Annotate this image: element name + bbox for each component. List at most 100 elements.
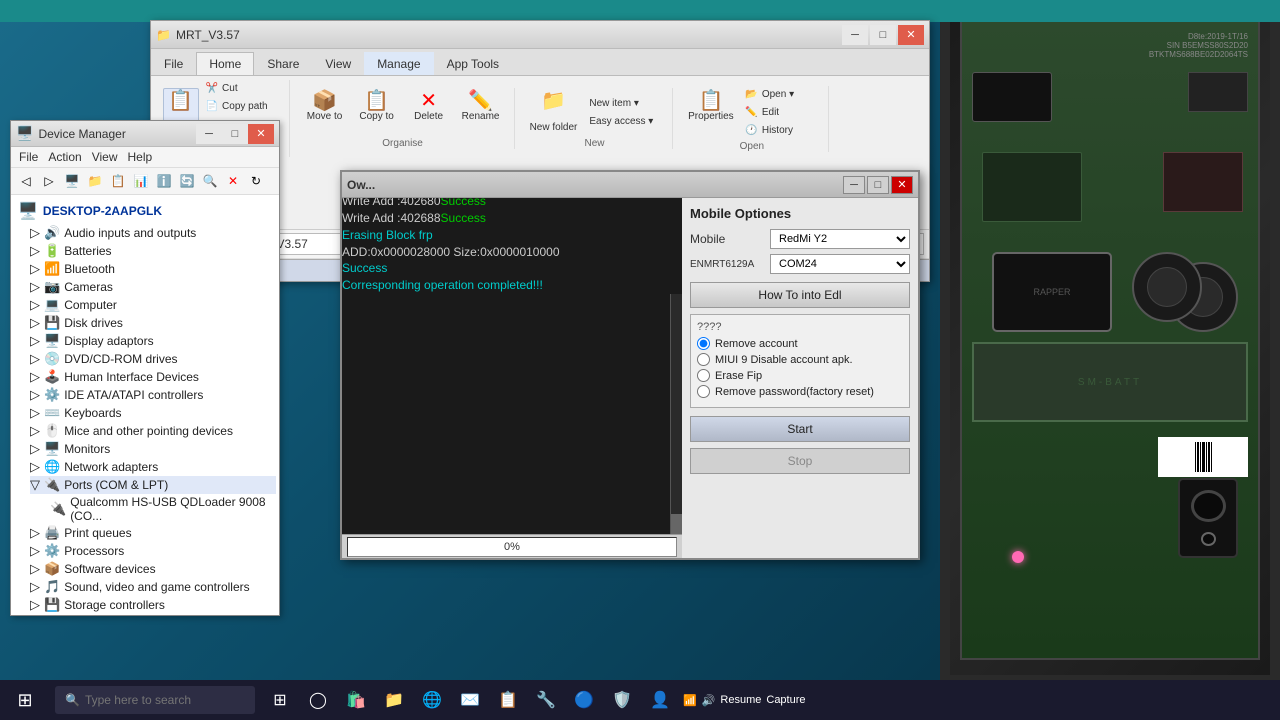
radio-erase-fip[interactable]: Erase Fip — [697, 369, 903, 382]
dm-item-sound[interactable]: ▷ 🎵 Sound, video and game controllers — [30, 578, 276, 596]
dm-properties-btn[interactable]: ℹ️ — [154, 171, 174, 191]
dm-item-batteries[interactable]: ▷ 🔋 Batteries — [30, 242, 276, 260]
delete-button[interactable]: ✕ Delete — [404, 88, 454, 136]
mobile-select[interactable]: RedMi Y2 — [770, 229, 910, 249]
store-button[interactable]: 🛍️ — [341, 685, 371, 715]
dm-item-audio[interactable]: ▷ 🔊 Audio inputs and outputs — [30, 224, 276, 242]
security-button[interactable]: 🛡️ — [607, 685, 637, 715]
tool-minimize-button[interactable]: ─ — [843, 176, 865, 194]
taskbar-search-input[interactable] — [85, 693, 235, 707]
dm-item-qualcomm[interactable]: 🔌 Qualcomm HS-USB QDLoader 9008 (CO... — [46, 494, 276, 524]
file-explorer-maximize-button[interactable]: □ — [870, 25, 896, 45]
dm-item-keyboards[interactable]: ▷ ⌨️ Keyboards — [30, 404, 276, 422]
radio-miui9-input[interactable] — [697, 353, 710, 366]
dm-item-mice[interactable]: ▷ 🖱️ Mice and other pointing devices — [30, 422, 276, 440]
dm-item-monitors[interactable]: ▷ 🖥️ Monitors — [30, 440, 276, 458]
dm-item-network[interactable]: ▷ 🌐 Network adapters — [30, 458, 276, 476]
dm-menu-help[interactable]: Help — [128, 150, 153, 164]
cut-button[interactable]: ✂️ Cut — [201, 80, 281, 97]
dm-item-processors[interactable]: ▷ ⚙️ Processors — [30, 542, 276, 560]
file-explorer-titlebar[interactable]: 📁 MRT_V3.57 ─ □ ✕ — [151, 21, 929, 49]
device-manager-minimize-button[interactable]: ─ — [196, 124, 222, 144]
new-item-button[interactable]: New item ▾ — [584, 95, 664, 112]
dm-update-btn[interactable]: 🔄 — [177, 171, 197, 191]
log-scrollbar[interactable] — [670, 294, 682, 534]
dm-item-ports[interactable]: ▽ 🔌 Ports (COM & LPT) — [30, 476, 276, 494]
dm-root-node[interactable]: 🖥️ DESKTOP-2AAPGLK — [14, 198, 276, 224]
volume-tray-icon[interactable]: 🔊 — [702, 694, 716, 707]
copy-path-button[interactable]: 📄 Copy path — [201, 98, 281, 115]
dm-item-display[interactable]: ▷ 🖥️ Display adaptors — [30, 332, 276, 350]
edit-button[interactable]: ✏️ Edit — [740, 104, 820, 121]
how-to-edl-button[interactable]: How To into Edl — [690, 282, 910, 308]
open-button[interactable]: 📂 Open ▾ — [740, 86, 820, 103]
dm-item-dvd[interactable]: ▷ 💿 DVD/CD-ROM drives — [30, 350, 276, 368]
dm-item-system[interactable]: ▷ ⚙️ System devices — [30, 614, 276, 615]
rename-button[interactable]: ✏️ Rename — [456, 88, 506, 136]
port-select[interactable]: COM24 — [770, 254, 910, 274]
chrome-button[interactable]: 🔵 — [569, 685, 599, 715]
dm-item-computer[interactable]: ▷ 💻 Computer — [30, 296, 276, 314]
file-explorer-close-button[interactable]: ✕ — [898, 25, 924, 45]
device-manager-titlebar[interactable]: 🖥️ Device Manager ─ □ ✕ — [11, 121, 279, 147]
dm-scan-btn[interactable]: 🔍 — [200, 171, 220, 191]
device-manager-maximize-button[interactable]: □ — [222, 124, 248, 144]
dm-item-software[interactable]: ▷ 📦 Software devices — [30, 560, 276, 578]
copy-to-button[interactable]: 📋 Copy to — [352, 88, 402, 136]
dm-item-ide[interactable]: ▷ ⚙️ IDE ATA/ATAPI controllers — [30, 386, 276, 404]
dm-item-print[interactable]: ▷ 🖨️ Print queues — [30, 524, 276, 542]
radio-miui9[interactable]: MIUI 9 Disable account apk. — [697, 353, 903, 366]
dm-device-btn[interactable]: 📋 — [108, 171, 128, 191]
radio-remove-account[interactable]: Remove account — [697, 337, 903, 350]
start-button-taskbar[interactable]: ⊞ — [0, 680, 50, 720]
tool-maximize-button[interactable]: □ — [867, 176, 889, 194]
stop-button[interactable]: Stop — [690, 448, 910, 474]
dm-item-storage[interactable]: ▷ 💾 Storage controllers — [30, 596, 276, 614]
browser-button[interactable]: 🌐 — [417, 685, 447, 715]
dm-x-btn[interactable]: ✕ — [223, 171, 243, 191]
tool-close-button[interactable]: ✕ — [891, 176, 913, 194]
log-scroll-area[interactable]: Write Add :402536SuccessWrite Add :40254… — [342, 198, 682, 294]
capture-label[interactable]: Capture — [766, 694, 805, 706]
dm-item-disk[interactable]: ▷ 💾 Disk drives — [30, 314, 276, 332]
dm-refresh-btn[interactable]: ↻ — [246, 171, 266, 191]
move-to-button[interactable]: 📦 Move to — [300, 88, 350, 136]
people-button[interactable]: 👤 — [645, 685, 675, 715]
radio-erase-fip-input[interactable] — [697, 369, 710, 382]
tab-home[interactable]: Home — [196, 52, 254, 75]
files-button[interactable]: 📋 — [493, 685, 523, 715]
taskbar-search-box[interactable]: 🔍 — [55, 686, 255, 714]
properties-button[interactable]: 📋 Properties — [683, 88, 738, 136]
tab-file[interactable]: File — [151, 52, 196, 75]
cortana-button[interactable]: ◯ — [303, 685, 333, 715]
radio-remove-password[interactable]: Remove password(factory reset) — [697, 385, 903, 398]
device-manager-tree[interactable]: 🖥️ DESKTOP-2AAPGLK ▷ 🔊 Audio inputs and … — [11, 195, 279, 615]
dm-menu-view[interactable]: View — [92, 150, 118, 164]
tool-button[interactable]: 🔧 — [531, 685, 561, 715]
dm-menu-file[interactable]: File — [19, 150, 38, 164]
radio-remove-account-input[interactable] — [697, 337, 710, 350]
device-manager-close-button[interactable]: ✕ — [248, 124, 274, 144]
tab-manage[interactable]: Manage — [364, 52, 433, 75]
dm-item-cameras[interactable]: ▷ 📷 Cameras — [30, 278, 276, 296]
new-folder-text-button[interactable]: New folder — [525, 119, 583, 136]
new-folder-button[interactable]: 📁 — [536, 88, 571, 118]
dm-item-hid[interactable]: ▷ 🕹️ Human Interface Devices — [30, 368, 276, 386]
radio-remove-password-input[interactable] — [697, 385, 710, 398]
start-button[interactable]: Start — [690, 416, 910, 442]
dm-forward-btn[interactable]: ▷ — [39, 171, 59, 191]
folder-button[interactable]: 📁 — [379, 685, 409, 715]
easy-access-button[interactable]: Easy access ▾ — [584, 113, 664, 130]
tab-app-tools[interactable]: App Tools — [434, 52, 512, 75]
tab-share[interactable]: Share — [254, 52, 312, 75]
dm-back-btn[interactable]: ◁ — [16, 171, 36, 191]
file-explorer-minimize-button[interactable]: ─ — [842, 25, 868, 45]
tab-view[interactable]: View — [312, 52, 364, 75]
network-tray-icon[interactable]: 📶 — [683, 694, 697, 707]
dm-resource-btn[interactable]: 📊 — [131, 171, 151, 191]
history-button[interactable]: 🕐 History — [740, 122, 820, 139]
dm-computer-btn[interactable]: 🖥️ — [62, 171, 82, 191]
dm-folder-btn[interactable]: 📁 — [85, 171, 105, 191]
mail-button[interactable]: ✉️ — [455, 685, 485, 715]
dm-item-bluetooth[interactable]: ▷ 📶 Bluetooth — [30, 260, 276, 278]
